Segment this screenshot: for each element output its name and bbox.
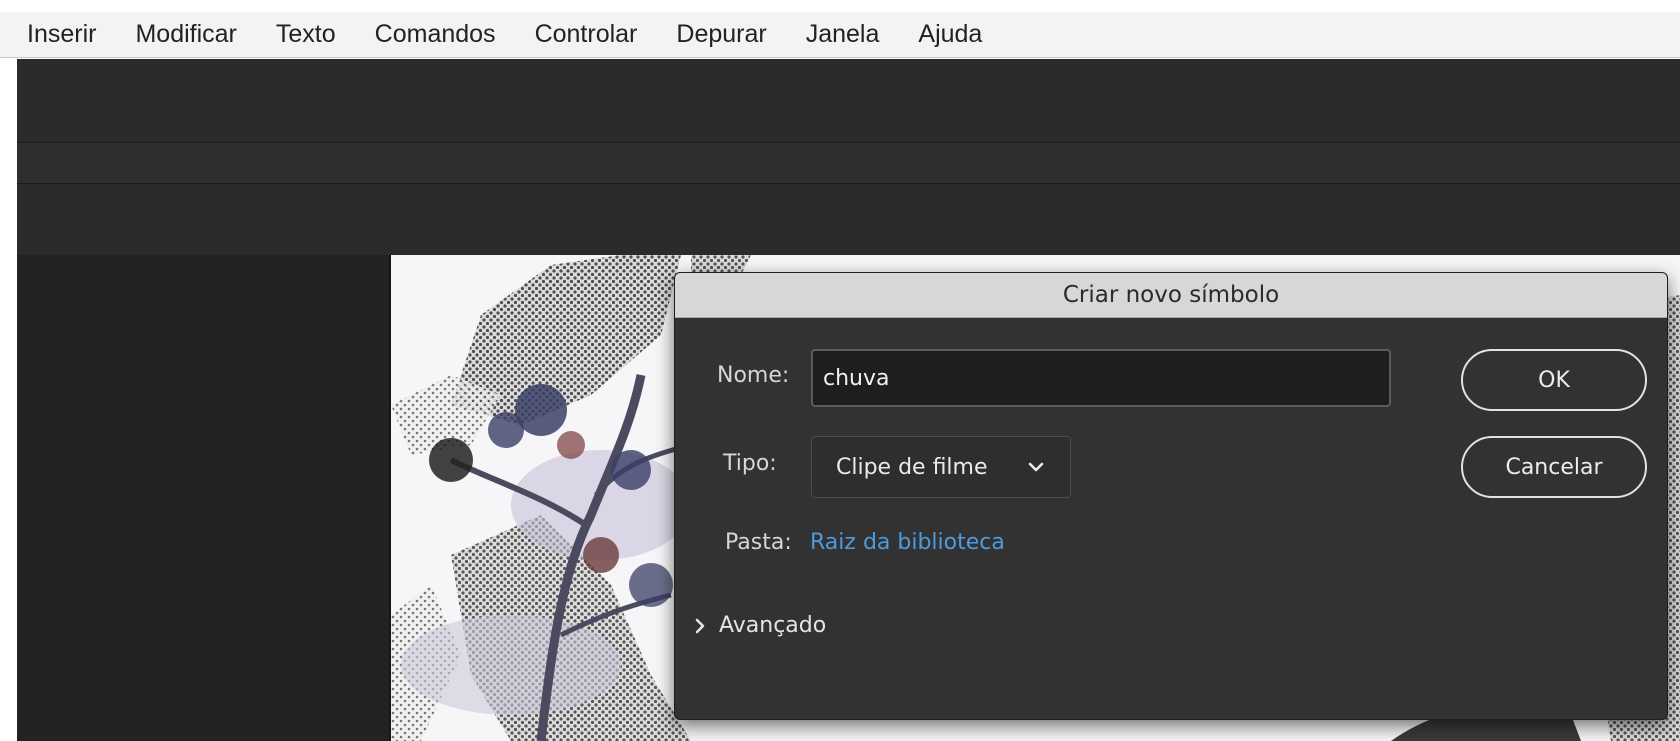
menu-bar: Inserir Modificar Texto Comandos Control…: [0, 12, 1680, 58]
name-label: Nome:: [717, 363, 790, 388]
menu-inserir[interactable]: Inserir: [27, 20, 96, 49]
symbol-type-dropdown[interactable]: Clipe de filme: [811, 436, 1071, 498]
secondary-toolbar: [17, 143, 1680, 184]
folder-label: Pasta:: [725, 530, 792, 555]
advanced-label: Avançado: [719, 613, 827, 638]
edit-bar: [17, 184, 1680, 254]
menu-ajuda[interactable]: Ajuda: [918, 20, 982, 49]
menu-depurar[interactable]: Depurar: [676, 20, 766, 49]
symbol-type-value: Clipe de filme: [836, 454, 988, 480]
chevron-down-icon: [1026, 457, 1046, 483]
type-label: Tipo:: [723, 451, 777, 476]
dialog-title[interactable]: Criar novo símbolo: [675, 273, 1667, 318]
menu-janela[interactable]: Janela: [806, 20, 880, 49]
chevron-right-icon: [695, 618, 705, 633]
library-root-link[interactable]: Raiz da biblioteca: [810, 530, 1005, 555]
menu-modificar[interactable]: Modificar: [135, 20, 236, 49]
cancel-button[interactable]: Cancelar: [1461, 436, 1647, 498]
top-toolbar: [17, 59, 1680, 143]
menu-comandos[interactable]: Comandos: [375, 20, 496, 49]
advanced-toggle[interactable]: Avançado: [693, 613, 826, 638]
ok-button[interactable]: OK: [1461, 349, 1647, 411]
symbol-name-input[interactable]: [811, 349, 1391, 407]
create-symbol-dialog: Criar novo símbolo Nome: Tipo: Clipe de …: [674, 272, 1668, 720]
menu-texto[interactable]: Texto: [276, 20, 336, 49]
left-panel: [17, 255, 391, 741]
menu-controlar[interactable]: Controlar: [535, 20, 638, 49]
